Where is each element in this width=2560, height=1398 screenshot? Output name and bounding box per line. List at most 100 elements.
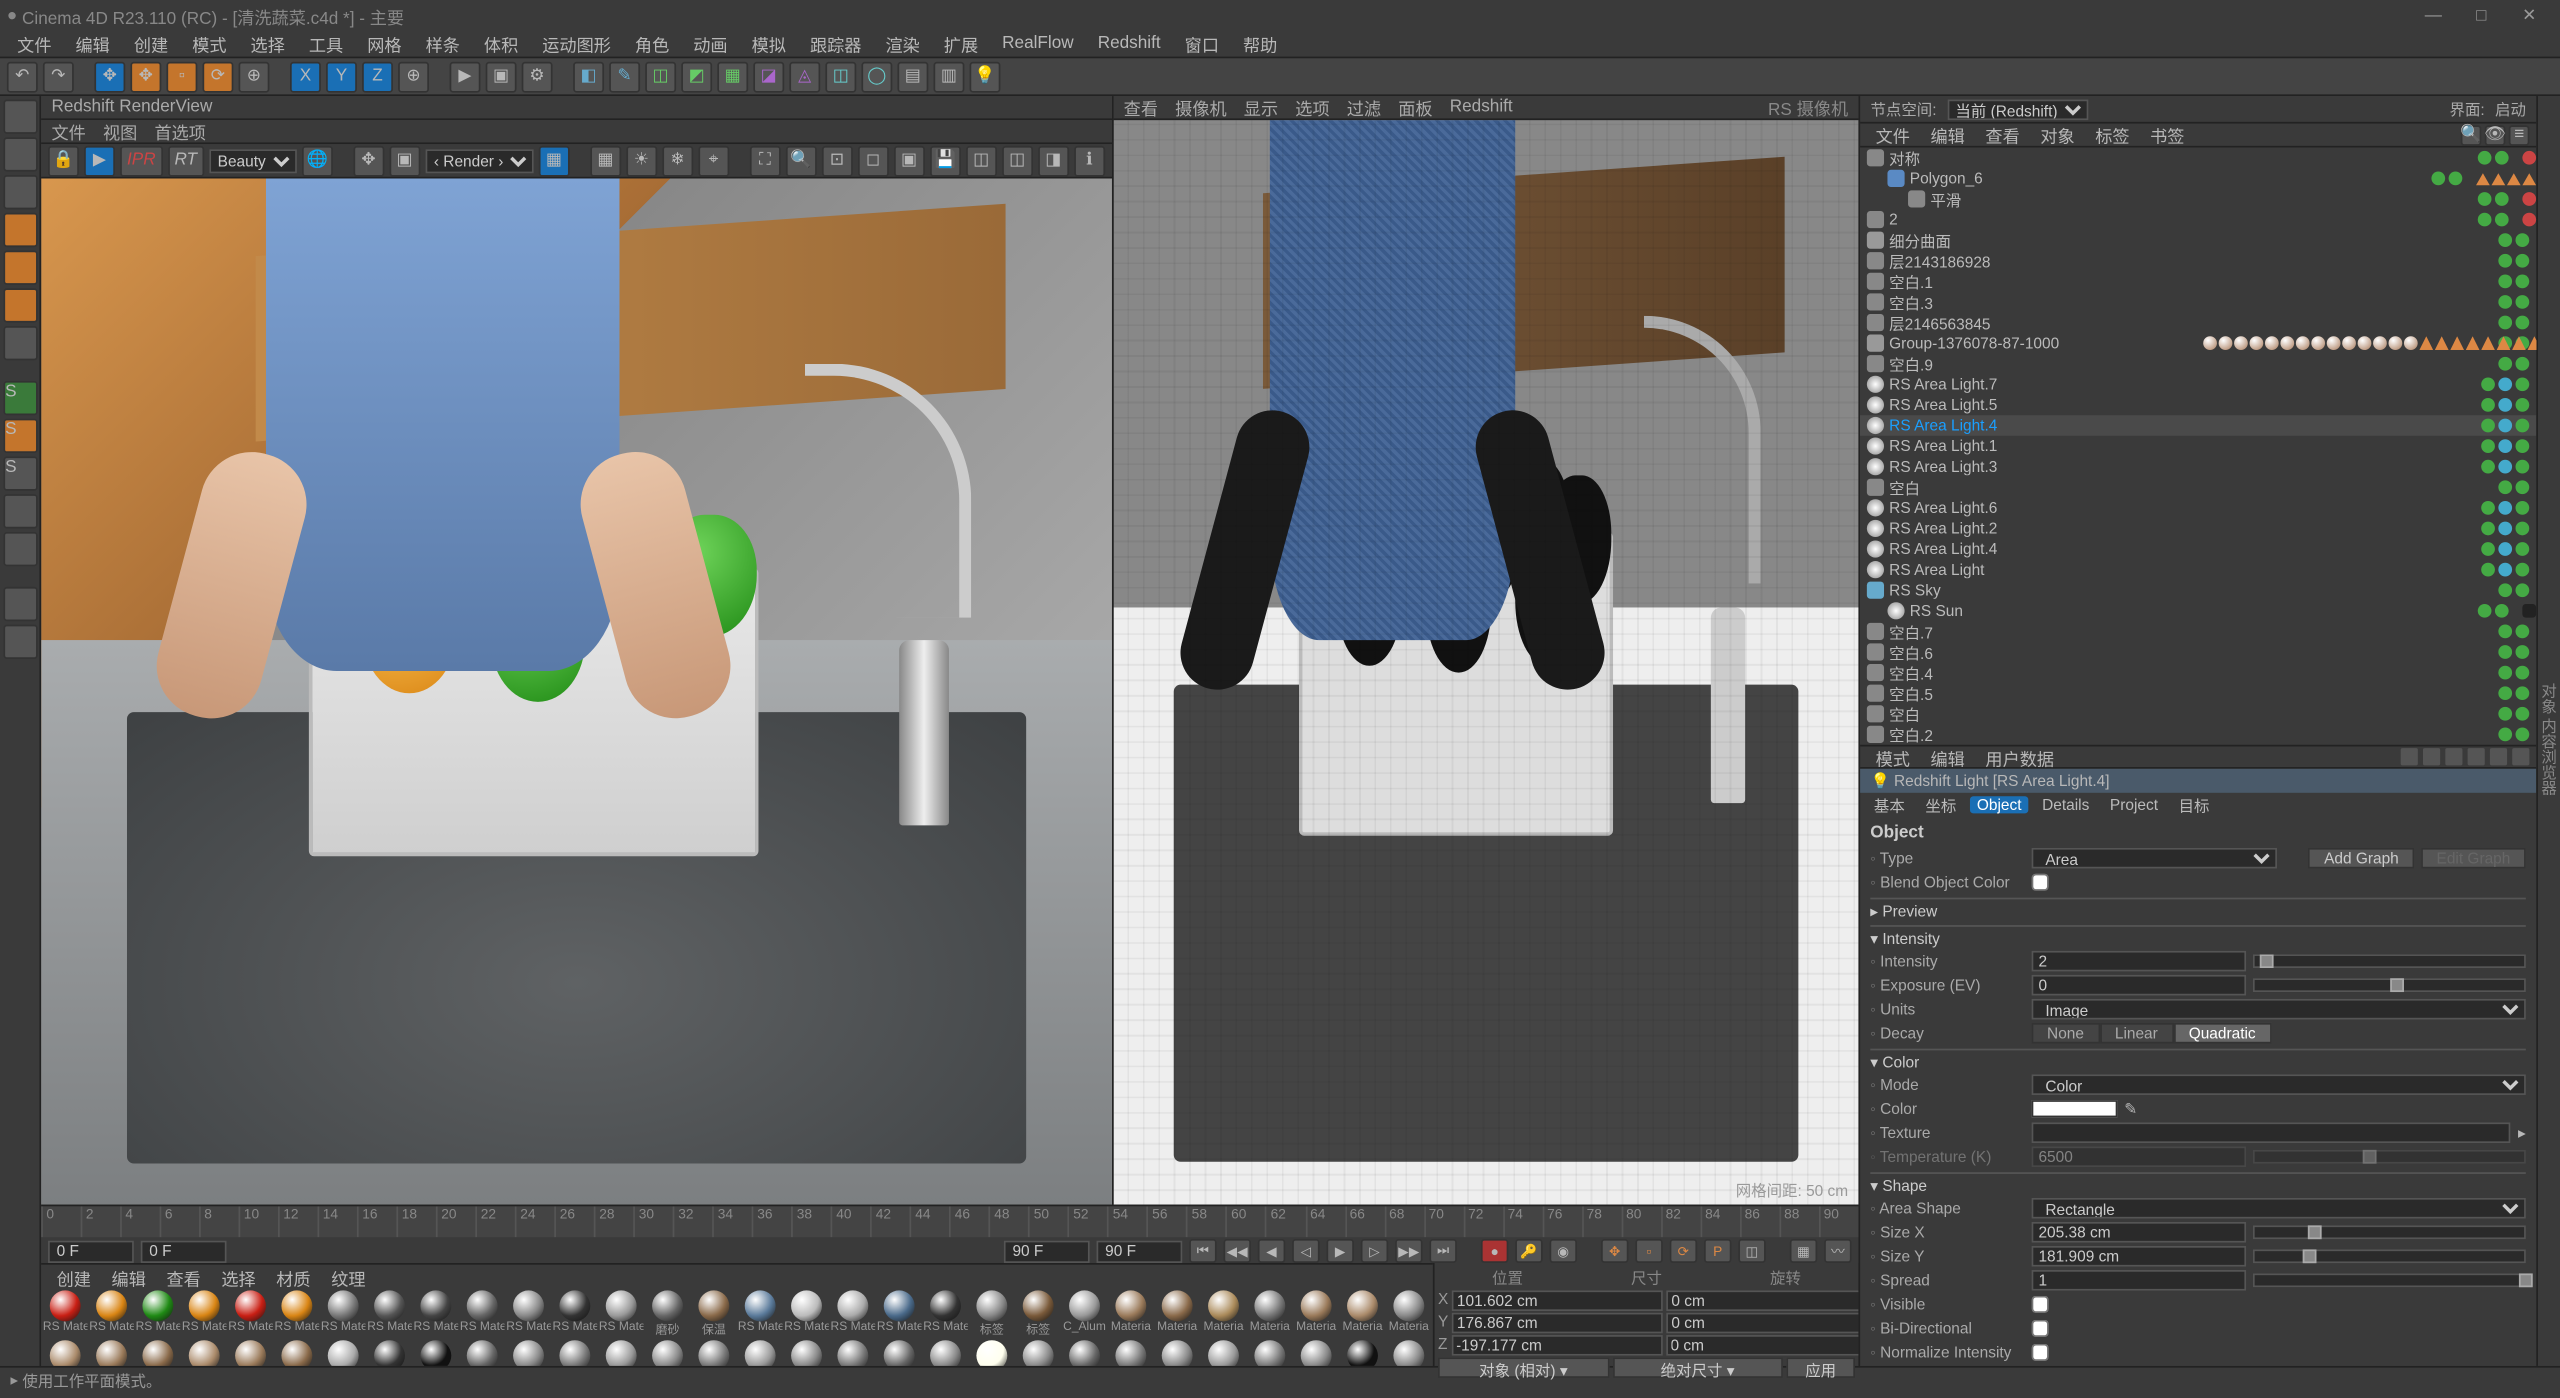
axis-z-button[interactable]: Z [362, 61, 393, 92]
rv-snow-button[interactable]: ❄ [662, 145, 693, 176]
obj-menu-书签[interactable]: 书签 [2142, 120, 2193, 149]
rv-region-button[interactable]: ▦ [539, 145, 570, 176]
coord-y-pos[interactable] [1452, 1313, 1663, 1334]
rotate-tool-button[interactable]: ⟳ [202, 61, 233, 92]
material-row2-0[interactable]: RS Mate [43, 1340, 88, 1366]
mat-menu-选择[interactable]: 选择 [213, 1262, 264, 1291]
shape-group[interactable]: Shape [1870, 1177, 2526, 1196]
attr-menu-用户数据[interactable]: 用户数据 [1977, 742, 2063, 771]
rv-menu-首选项[interactable]: 首选项 [154, 118, 205, 144]
spread-field[interactable] [2032, 1270, 2247, 1291]
tree-item-16[interactable]: 空白 [1860, 477, 2536, 498]
material-row1-11[interactable]: RS Mate [553, 1290, 598, 1338]
material-row1-10[interactable]: RS Mate [506, 1290, 551, 1338]
material-row1-3[interactable]: RS Mate [182, 1290, 227, 1338]
menu-窗口[interactable]: 窗口 [1174, 29, 1229, 58]
rv-aov-select[interactable]: Beauty [209, 148, 297, 172]
world-axis-button[interactable]: ⊕ [398, 61, 429, 92]
material-row1-7[interactable]: RS Mate [367, 1290, 412, 1338]
material-row1-24[interactable]: Materia [1155, 1290, 1200, 1338]
tree-item-13[interactable]: RS Area Light.4 [1860, 415, 2536, 436]
material-row2-14[interactable]: Materia [692, 1340, 737, 1366]
attr-back-button[interactable] [2401, 748, 2418, 765]
tree-item-27[interactable]: 空白 [1860, 704, 2536, 725]
render-view-menu[interactable]: 文件视图首选项 [41, 120, 1111, 144]
rv-snap1-button[interactable]: ◫ [966, 145, 997, 176]
material-row1-26[interactable]: Materia [1248, 1290, 1293, 1338]
mat-menu-编辑[interactable]: 编辑 [103, 1262, 154, 1291]
nodespace-select[interactable]: 当前 (Redshift) [1947, 99, 2088, 120]
tree-item-15[interactable]: RS Area Light.3 [1860, 456, 2536, 477]
camera-button[interactable]: ◯ [861, 61, 892, 92]
menu-运动图形[interactable]: 运动图形 [532, 29, 621, 58]
rv-crop-button[interactable]: ▣ [389, 145, 420, 176]
menu-渲染[interactable]: 渲染 [875, 29, 930, 58]
material-row1-19[interactable]: RS Mate [923, 1290, 968, 1338]
blend-checkbox[interactable] [2032, 873, 2049, 890]
tree-item-2[interactable]: 平滑 [1860, 189, 2536, 210]
material-row1-15[interactable]: RS Mate [738, 1290, 783, 1338]
material-row2-29[interactable]: Mat386 [1387, 1340, 1432, 1366]
generator2-button[interactable]: ◩ [681, 61, 712, 92]
sizex-field[interactable] [2032, 1222, 2247, 1243]
attr-tab-坐标[interactable]: 坐标 [1919, 794, 1964, 816]
material-row2-5[interactable]: RS Mate [275, 1340, 320, 1366]
menu-角色[interactable]: 角色 [625, 29, 680, 58]
bidir-checkbox[interactable] [2032, 1320, 2049, 1337]
spline-button[interactable]: ✎ [609, 61, 640, 92]
material-row2-2[interactable]: RS Mate [136, 1340, 181, 1366]
material-row1-1[interactable]: RS Mate [89, 1290, 134, 1338]
tree-item-23[interactable]: 空白.7 [1860, 621, 2536, 642]
dock-model-button[interactable] [3, 100, 37, 134]
material-row2-3[interactable]: RS Mate [182, 1340, 227, 1366]
render-region-button[interactable]: ▣ [486, 61, 517, 92]
material-row1-29[interactable]: Materia [1387, 1290, 1432, 1338]
vp-menu-面板[interactable]: 面板 [1398, 94, 1432, 120]
interface-value[interactable]: 启动 [2495, 98, 2526, 120]
tree-item-19[interactable]: RS Area Light.4 [1860, 539, 2536, 560]
material-row1-23[interactable]: Materia [1109, 1290, 1154, 1338]
tree-item-17[interactable]: RS Area Light.6 [1860, 498, 2536, 519]
rv-grid1-button[interactable]: ▦ [590, 145, 621, 176]
color-group[interactable]: Color [1870, 1054, 2526, 1073]
attribute-menu[interactable]: 模式编辑用户数据 [1860, 745, 2536, 769]
key-toggle-button[interactable]: ● [1481, 1239, 1508, 1263]
material-row2-24[interactable]: Materia [1155, 1340, 1200, 1366]
move-tool-button[interactable]: ✥ [130, 61, 161, 92]
dock-snap2-button[interactable]: S [3, 419, 37, 453]
attr-tab-Details[interactable]: Details [2035, 796, 2096, 813]
intensity-group[interactable]: Intensity [1870, 930, 2526, 949]
attr-menu-编辑[interactable]: 编辑 [1922, 742, 1973, 771]
material-row2-11[interactable]: Materia [553, 1340, 598, 1366]
intensity-slider[interactable] [2253, 954, 2526, 968]
vp-menu-摄像机[interactable]: 摄像机 [1175, 94, 1226, 120]
coord-apply-button[interactable]: 应用 [1786, 1357, 1855, 1378]
obj-menu-查看[interactable]: 查看 [1977, 120, 2028, 149]
mat-menu-创建[interactable]: 创建 [48, 1262, 99, 1291]
minimize-button[interactable]: — [2409, 6, 2457, 25]
material-row2-13[interactable]: Materia [645, 1340, 690, 1366]
menu-动画[interactable]: 动画 [683, 29, 738, 58]
fcurve-button[interactable]: 〰 [1824, 1239, 1851, 1263]
menu-帮助[interactable]: 帮助 [1233, 29, 1288, 58]
color-swatch[interactable] [2032, 1100, 2118, 1117]
render-frame-button[interactable]: ▶ [450, 61, 481, 92]
material-row2-1[interactable]: RS Mate [89, 1340, 134, 1366]
tree-item-9[interactable]: Group-1376078-87-1000 [1860, 333, 2536, 354]
keyall-button[interactable]: ◉ [1550, 1239, 1577, 1263]
attr-lock-button[interactable] [2490, 748, 2507, 765]
intensity-field[interactable] [2032, 951, 2247, 972]
material-row2-18[interactable]: Materia [877, 1340, 922, 1366]
material-row2-23[interactable]: Materia [1109, 1340, 1154, 1366]
material-row1-13[interactable]: 磨砂 [645, 1290, 690, 1338]
menu-创建[interactable]: 创建 [124, 29, 179, 58]
main-menu[interactable]: 文件编辑创建模式选择工具网格样条体积运动图形角色动画模拟跟踪器渲染扩展RealF… [0, 31, 2560, 58]
material-row1-14[interactable]: 保温 [692, 1290, 737, 1338]
object-tree[interactable]: 对称Polygon_6平滑2细分曲面层2143186928空白.1空白.3层21… [1860, 148, 2536, 745]
mat-menu-查看[interactable]: 查看 [158, 1262, 209, 1291]
timeline-end-a-field[interactable] [1004, 1240, 1090, 1262]
material-row1-5[interactable]: RS Mate [275, 1290, 320, 1338]
timeline-start-field[interactable] [48, 1240, 134, 1262]
floor-button[interactable]: ▥ [934, 61, 965, 92]
coord-x-size[interactable] [1666, 1290, 1877, 1311]
